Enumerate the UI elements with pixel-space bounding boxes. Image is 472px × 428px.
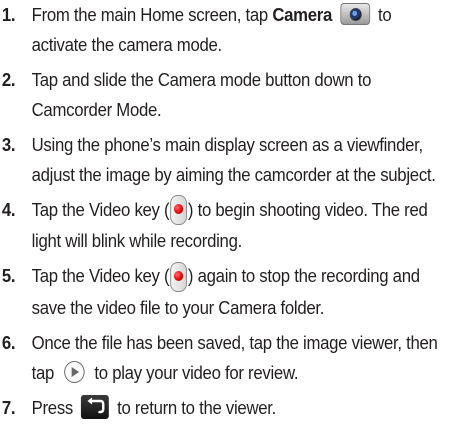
step-3: 3. Using the phone’s main display screen … (0, 130, 442, 190)
camera-label: Camera (272, 5, 333, 25)
step-number: 7. (1, 397, 16, 418)
instruction-steps: 1. From the main Home screen, tap Camera … (0, 0, 472, 423)
step-7: 7. Press to return to the viewer. (0, 393, 442, 423)
step-number: 3. (1, 135, 16, 155)
play-icon (64, 360, 85, 383)
video-key-icon (170, 195, 188, 226)
back-icon (81, 394, 110, 419)
step-number: 1. (1, 5, 16, 25)
step-text: Tap the Video key ( (31, 266, 170, 287)
step-number: 2. (1, 70, 16, 90)
step-text: Press (31, 397, 78, 418)
step-number: 5. (1, 266, 16, 287)
step-2: 2. Tap and slide the Camera mode button d… (0, 65, 442, 125)
step-1: 1. From the main Home screen, tap Camera … (0, 0, 442, 60)
step-text: Tap the Video key ( (31, 200, 170, 220)
video-key-icon (170, 261, 188, 292)
step-5: 5. Tap the Video key () again to stop the… (0, 261, 442, 322)
step-text: to return to the viewer. (112, 397, 277, 418)
step-text: to play your video for review. (90, 362, 299, 383)
step-number: 4. (1, 200, 16, 220)
step-number: 6. (1, 332, 16, 353)
camera-icon (340, 3, 370, 26)
step-4: 4. Tap the Video key () to begin shooting… (0, 195, 442, 256)
step-6: 6. Once the file has been saved, tap the … (0, 328, 442, 388)
step-text: Tap and slide the Camera mode button dow… (31, 70, 372, 120)
step-text: From the main Home screen, tap (31, 5, 273, 25)
step-text: Using the phone’s main display screen as… (31, 135, 436, 185)
